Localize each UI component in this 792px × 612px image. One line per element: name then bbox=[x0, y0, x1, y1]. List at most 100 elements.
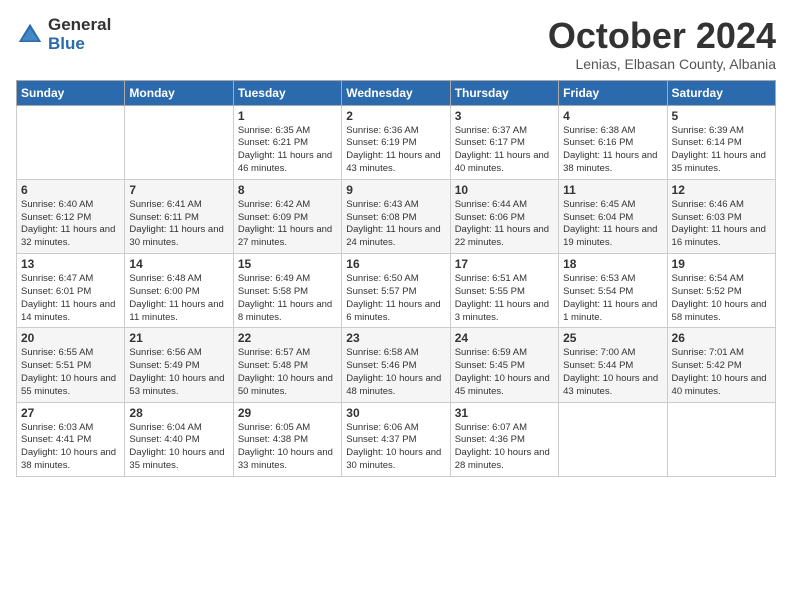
day-header-tuesday: Tuesday bbox=[233, 80, 341, 105]
day-number: 30 bbox=[346, 406, 445, 420]
day-content: Sunrise: 6:06 AMSunset: 4:37 PMDaylight:… bbox=[346, 422, 445, 473]
day-number: 8 bbox=[238, 183, 337, 197]
day-content: Sunrise: 6:05 AMSunset: 4:38 PMDaylight:… bbox=[238, 422, 337, 473]
day-number: 10 bbox=[455, 183, 554, 197]
day-number: 31 bbox=[455, 406, 554, 420]
day-content: Sunrise: 6:38 AMSunset: 6:16 PMDaylight:… bbox=[563, 125, 662, 176]
calendar-week-5: 27 Sunrise: 6:03 AMSunset: 4:41 PMDayligh… bbox=[17, 402, 776, 476]
day-content: Sunrise: 6:50 AMSunset: 5:57 PMDaylight:… bbox=[346, 273, 445, 324]
day-number: 19 bbox=[672, 257, 771, 271]
day-content: Sunrise: 6:44 AMSunset: 6:06 PMDaylight:… bbox=[455, 199, 554, 250]
day-number: 22 bbox=[238, 331, 337, 345]
logo-icon bbox=[16, 21, 44, 49]
day-number: 25 bbox=[563, 331, 662, 345]
day-number: 12 bbox=[672, 183, 771, 197]
day-number: 6 bbox=[21, 183, 120, 197]
day-content: Sunrise: 6:54 AMSunset: 5:52 PMDaylight:… bbox=[672, 273, 771, 324]
day-header-friday: Friday bbox=[559, 80, 667, 105]
day-header-wednesday: Wednesday bbox=[342, 80, 450, 105]
day-content: Sunrise: 6:57 AMSunset: 5:48 PMDaylight:… bbox=[238, 347, 337, 398]
day-content: Sunrise: 6:55 AMSunset: 5:51 PMDaylight:… bbox=[21, 347, 120, 398]
day-content: Sunrise: 6:37 AMSunset: 6:17 PMDaylight:… bbox=[455, 125, 554, 176]
day-content: Sunrise: 7:00 AMSunset: 5:44 PMDaylight:… bbox=[563, 347, 662, 398]
day-number: 29 bbox=[238, 406, 337, 420]
calendar-cell bbox=[667, 402, 775, 476]
day-content: Sunrise: 6:58 AMSunset: 5:46 PMDaylight:… bbox=[346, 347, 445, 398]
location-subtitle: Lenias, Elbasan County, Albania bbox=[548, 56, 776, 72]
page-header: General Blue October 2024 Lenias, Elbasa… bbox=[16, 16, 776, 72]
calendar-cell: 7 Sunrise: 6:41 AMSunset: 6:11 PMDaylight… bbox=[125, 179, 233, 253]
calendar-cell: 18 Sunrise: 6:53 AMSunset: 5:54 PMDayligh… bbox=[559, 254, 667, 328]
day-header-monday: Monday bbox=[125, 80, 233, 105]
calendar-cell: 16 Sunrise: 6:50 AMSunset: 5:57 PMDayligh… bbox=[342, 254, 450, 328]
calendar-cell: 19 Sunrise: 6:54 AMSunset: 5:52 PMDayligh… bbox=[667, 254, 775, 328]
calendar-week-2: 6Sunrise: 6:40 AMSunset: 6:12 PMDaylight… bbox=[17, 179, 776, 253]
day-number: 21 bbox=[129, 331, 228, 345]
calendar-cell: 6Sunrise: 6:40 AMSunset: 6:12 PMDaylight… bbox=[17, 179, 125, 253]
day-number: 4 bbox=[563, 109, 662, 123]
day-number: 3 bbox=[455, 109, 554, 123]
day-content: Sunrise: 6:46 AMSunset: 6:03 PMDaylight:… bbox=[672, 199, 771, 250]
month-title: October 2024 bbox=[548, 16, 776, 56]
day-number: 16 bbox=[346, 257, 445, 271]
calendar-cell: 10 Sunrise: 6:44 AMSunset: 6:06 PMDayligh… bbox=[450, 179, 558, 253]
calendar-cell: 5 Sunrise: 6:39 AMSunset: 6:14 PMDaylight… bbox=[667, 105, 775, 179]
day-number: 1 bbox=[238, 109, 337, 123]
logo-blue: Blue bbox=[48, 35, 111, 54]
day-number: 23 bbox=[346, 331, 445, 345]
calendar-cell: 14Sunrise: 6:48 AMSunset: 6:00 PMDayligh… bbox=[125, 254, 233, 328]
day-number: 14 bbox=[129, 257, 228, 271]
calendar-cell: 27 Sunrise: 6:03 AMSunset: 4:41 PMDayligh… bbox=[17, 402, 125, 476]
day-content: Sunrise: 7:01 AMSunset: 5:42 PMDaylight:… bbox=[672, 347, 771, 398]
title-block: October 2024 Lenias, Elbasan County, Alb… bbox=[548, 16, 776, 72]
calendar-table: SundayMondayTuesdayWednesdayThursdayFrid… bbox=[16, 80, 776, 477]
day-content: Sunrise: 6:03 AMSunset: 4:41 PMDaylight:… bbox=[21, 422, 120, 473]
calendar-cell: 12 Sunrise: 6:46 AMSunset: 6:03 PMDayligh… bbox=[667, 179, 775, 253]
calendar-cell: 21 Sunrise: 6:56 AMSunset: 5:49 PMDayligh… bbox=[125, 328, 233, 402]
day-content: Sunrise: 6:59 AMSunset: 5:45 PMDaylight:… bbox=[455, 347, 554, 398]
calendar-week-1: 1Sunrise: 6:35 AMSunset: 6:21 PMDaylight… bbox=[17, 105, 776, 179]
calendar-cell: 11Sunrise: 6:45 AMSunset: 6:04 PMDayligh… bbox=[559, 179, 667, 253]
calendar-cell: 23 Sunrise: 6:58 AMSunset: 5:46 PMDayligh… bbox=[342, 328, 450, 402]
day-content: Sunrise: 6:53 AMSunset: 5:54 PMDaylight:… bbox=[563, 273, 662, 324]
day-number: 24 bbox=[455, 331, 554, 345]
calendar-cell: 2 Sunrise: 6:36 AMSunset: 6:19 PMDaylight… bbox=[342, 105, 450, 179]
calendar-week-3: 13 Sunrise: 6:47 AMSunset: 6:01 PMDayligh… bbox=[17, 254, 776, 328]
calendar-cell: 28Sunrise: 6:04 AMSunset: 4:40 PMDayligh… bbox=[125, 402, 233, 476]
day-content: Sunrise: 6:51 AMSunset: 5:55 PMDaylight:… bbox=[455, 273, 554, 324]
calendar-cell: 26Sunrise: 7:01 AMSunset: 5:42 PMDayligh… bbox=[667, 328, 775, 402]
day-content: Sunrise: 6:07 AMSunset: 4:36 PMDaylight:… bbox=[455, 422, 554, 473]
calendar-week-4: 20 Sunrise: 6:55 AMSunset: 5:51 PMDayligh… bbox=[17, 328, 776, 402]
logo-general: General bbox=[48, 16, 111, 35]
calendar-cell: 9 Sunrise: 6:43 AMSunset: 6:08 PMDaylight… bbox=[342, 179, 450, 253]
day-number: 9 bbox=[346, 183, 445, 197]
day-content: Sunrise: 6:41 AMSunset: 6:11 PMDaylight:… bbox=[129, 199, 228, 250]
calendar-cell bbox=[559, 402, 667, 476]
day-content: Sunrise: 6:36 AMSunset: 6:19 PMDaylight:… bbox=[346, 125, 445, 176]
day-content: Sunrise: 6:43 AMSunset: 6:08 PMDaylight:… bbox=[346, 199, 445, 250]
calendar-cell: 22 Sunrise: 6:57 AMSunset: 5:48 PMDayligh… bbox=[233, 328, 341, 402]
day-number: 27 bbox=[21, 406, 120, 420]
calendar-cell: 1Sunrise: 6:35 AMSunset: 6:21 PMDaylight… bbox=[233, 105, 341, 179]
day-number: 13 bbox=[21, 257, 120, 271]
logo-text: General Blue bbox=[48, 16, 111, 53]
day-content: Sunrise: 6:39 AMSunset: 6:14 PMDaylight:… bbox=[672, 125, 771, 176]
calendar-cell: 29 Sunrise: 6:05 AMSunset: 4:38 PMDayligh… bbox=[233, 402, 341, 476]
calendar-cell: 20 Sunrise: 6:55 AMSunset: 5:51 PMDayligh… bbox=[17, 328, 125, 402]
day-number: 20 bbox=[21, 331, 120, 345]
day-header-saturday: Saturday bbox=[667, 80, 775, 105]
calendar-cell: 30 Sunrise: 6:06 AMSunset: 4:37 PMDayligh… bbox=[342, 402, 450, 476]
day-content: Sunrise: 6:47 AMSunset: 6:01 PMDaylight:… bbox=[21, 273, 120, 324]
day-content: Sunrise: 6:56 AMSunset: 5:49 PMDaylight:… bbox=[129, 347, 228, 398]
day-number: 5 bbox=[672, 109, 771, 123]
calendar-cell bbox=[17, 105, 125, 179]
day-number: 7 bbox=[129, 183, 228, 197]
day-number: 2 bbox=[346, 109, 445, 123]
calendar-cell: 25 Sunrise: 7:00 AMSunset: 5:44 PMDayligh… bbox=[559, 328, 667, 402]
day-number: 28 bbox=[129, 406, 228, 420]
day-number: 18 bbox=[563, 257, 662, 271]
day-number: 17 bbox=[455, 257, 554, 271]
day-content: Sunrise: 6:49 AMSunset: 5:58 PMDaylight:… bbox=[238, 273, 337, 324]
day-header-thursday: Thursday bbox=[450, 80, 558, 105]
calendar-header-row: SundayMondayTuesdayWednesdayThursdayFrid… bbox=[17, 80, 776, 105]
